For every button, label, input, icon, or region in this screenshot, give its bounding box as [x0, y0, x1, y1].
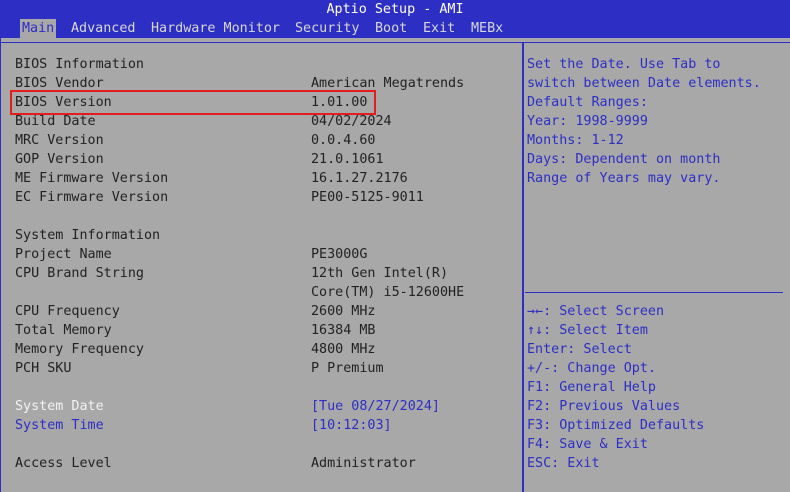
- window-title: Aptio Setup - AMI: [0, 0, 790, 19]
- help-line: switch between Date elements.: [527, 76, 761, 91]
- help-line: Default Ranges:: [527, 95, 648, 110]
- key-help-f1: F1: General Help: [527, 380, 656, 395]
- access-level-label: Access Level: [15, 456, 112, 471]
- help-line: Months: 1-12: [527, 133, 624, 148]
- help-line: Days: Dependent on month: [527, 152, 721, 167]
- me-firmware-value: 16.1.27.2176: [311, 171, 408, 186]
- pch-sku-label: PCH SKU: [15, 361, 72, 376]
- total-memory-value: 16384 MB: [311, 323, 376, 338]
- gop-version-value: 21.0.1061: [311, 152, 384, 167]
- help-line: Set the Date. Use Tab to: [527, 57, 721, 72]
- key-help-esc: ESC: Exit: [527, 456, 600, 471]
- tab-main[interactable]: Main: [20, 19, 57, 38]
- help-line: Year: 1998-9999: [527, 114, 648, 129]
- system-date-label[interactable]: System Date: [15, 397, 104, 416]
- cpu-brand-value-line2: Core(TM) i5-12600HE: [311, 285, 465, 300]
- total-memory-label: Total Memory: [15, 323, 112, 338]
- system-time-label[interactable]: System Time: [15, 416, 104, 435]
- key-help-f2: F2: Previous Values: [527, 399, 681, 414]
- access-level-value: Administrator: [311, 456, 416, 471]
- memory-frequency-value: 4800 MHz: [311, 342, 376, 357]
- bios-info-heading: BIOS Information: [15, 57, 144, 72]
- key-help-select-item: ↑↓: Select Item: [527, 323, 648, 338]
- help-divider: [525, 292, 783, 293]
- top-border: [1, 42, 790, 43]
- tab-advanced[interactable]: Advanced: [69, 19, 138, 38]
- tab-boot[interactable]: Boot: [373, 19, 409, 38]
- me-firmware-label: ME Firmware Version: [15, 171, 169, 186]
- key-help-f3: F3: Optimized Defaults: [527, 418, 705, 433]
- cpu-frequency-label: CPU Frequency: [15, 304, 120, 319]
- system-date-field[interactable]: [Tue 08/27/2024]: [311, 397, 440, 416]
- help-line: Range of Years may vary.: [527, 171, 721, 186]
- system-info-heading: System Information: [15, 228, 161, 243]
- key-help-change-opt: +/-: Change Opt.: [527, 361, 656, 376]
- cpu-frequency-value: 2600 MHz: [311, 304, 376, 319]
- pch-sku-value: P Premium: [311, 361, 384, 376]
- mrc-version-label: MRC Version: [15, 133, 104, 148]
- gop-version-label: GOP Version: [15, 152, 104, 167]
- bios-version-highlight-box: [10, 90, 376, 115]
- key-help-select-screen: →←: Select Screen: [527, 304, 665, 319]
- ec-firmware-label: EC Firmware Version: [15, 190, 169, 205]
- project-name-label: Project Name: [15, 247, 112, 262]
- tab-security[interactable]: Security: [293, 19, 362, 38]
- key-help-enter: Enter: Select: [527, 342, 632, 357]
- key-help-f4: F4: Save & Exit: [527, 437, 648, 452]
- tab-mebx[interactable]: MEBx: [469, 19, 505, 38]
- cpu-brand-value: 12th Gen Intel(R): [311, 266, 449, 281]
- mrc-version-value: 0.0.4.60: [311, 133, 376, 148]
- ec-firmware-value: PE00-5125-9011: [311, 190, 424, 205]
- menu-bar: Main Advanced Hardware Monitor Security …: [0, 19, 790, 38]
- system-time-field[interactable]: [10:12:03]: [311, 416, 392, 435]
- cpu-brand-label: CPU Brand String: [15, 266, 144, 281]
- panel-divider: [522, 42, 524, 492]
- memory-frequency-label: Memory Frequency: [15, 342, 144, 357]
- tab-exit[interactable]: Exit: [421, 19, 457, 38]
- project-name-value: PE3000G: [311, 247, 368, 262]
- tab-hardware-monitor[interactable]: Hardware Monitor: [149, 19, 282, 38]
